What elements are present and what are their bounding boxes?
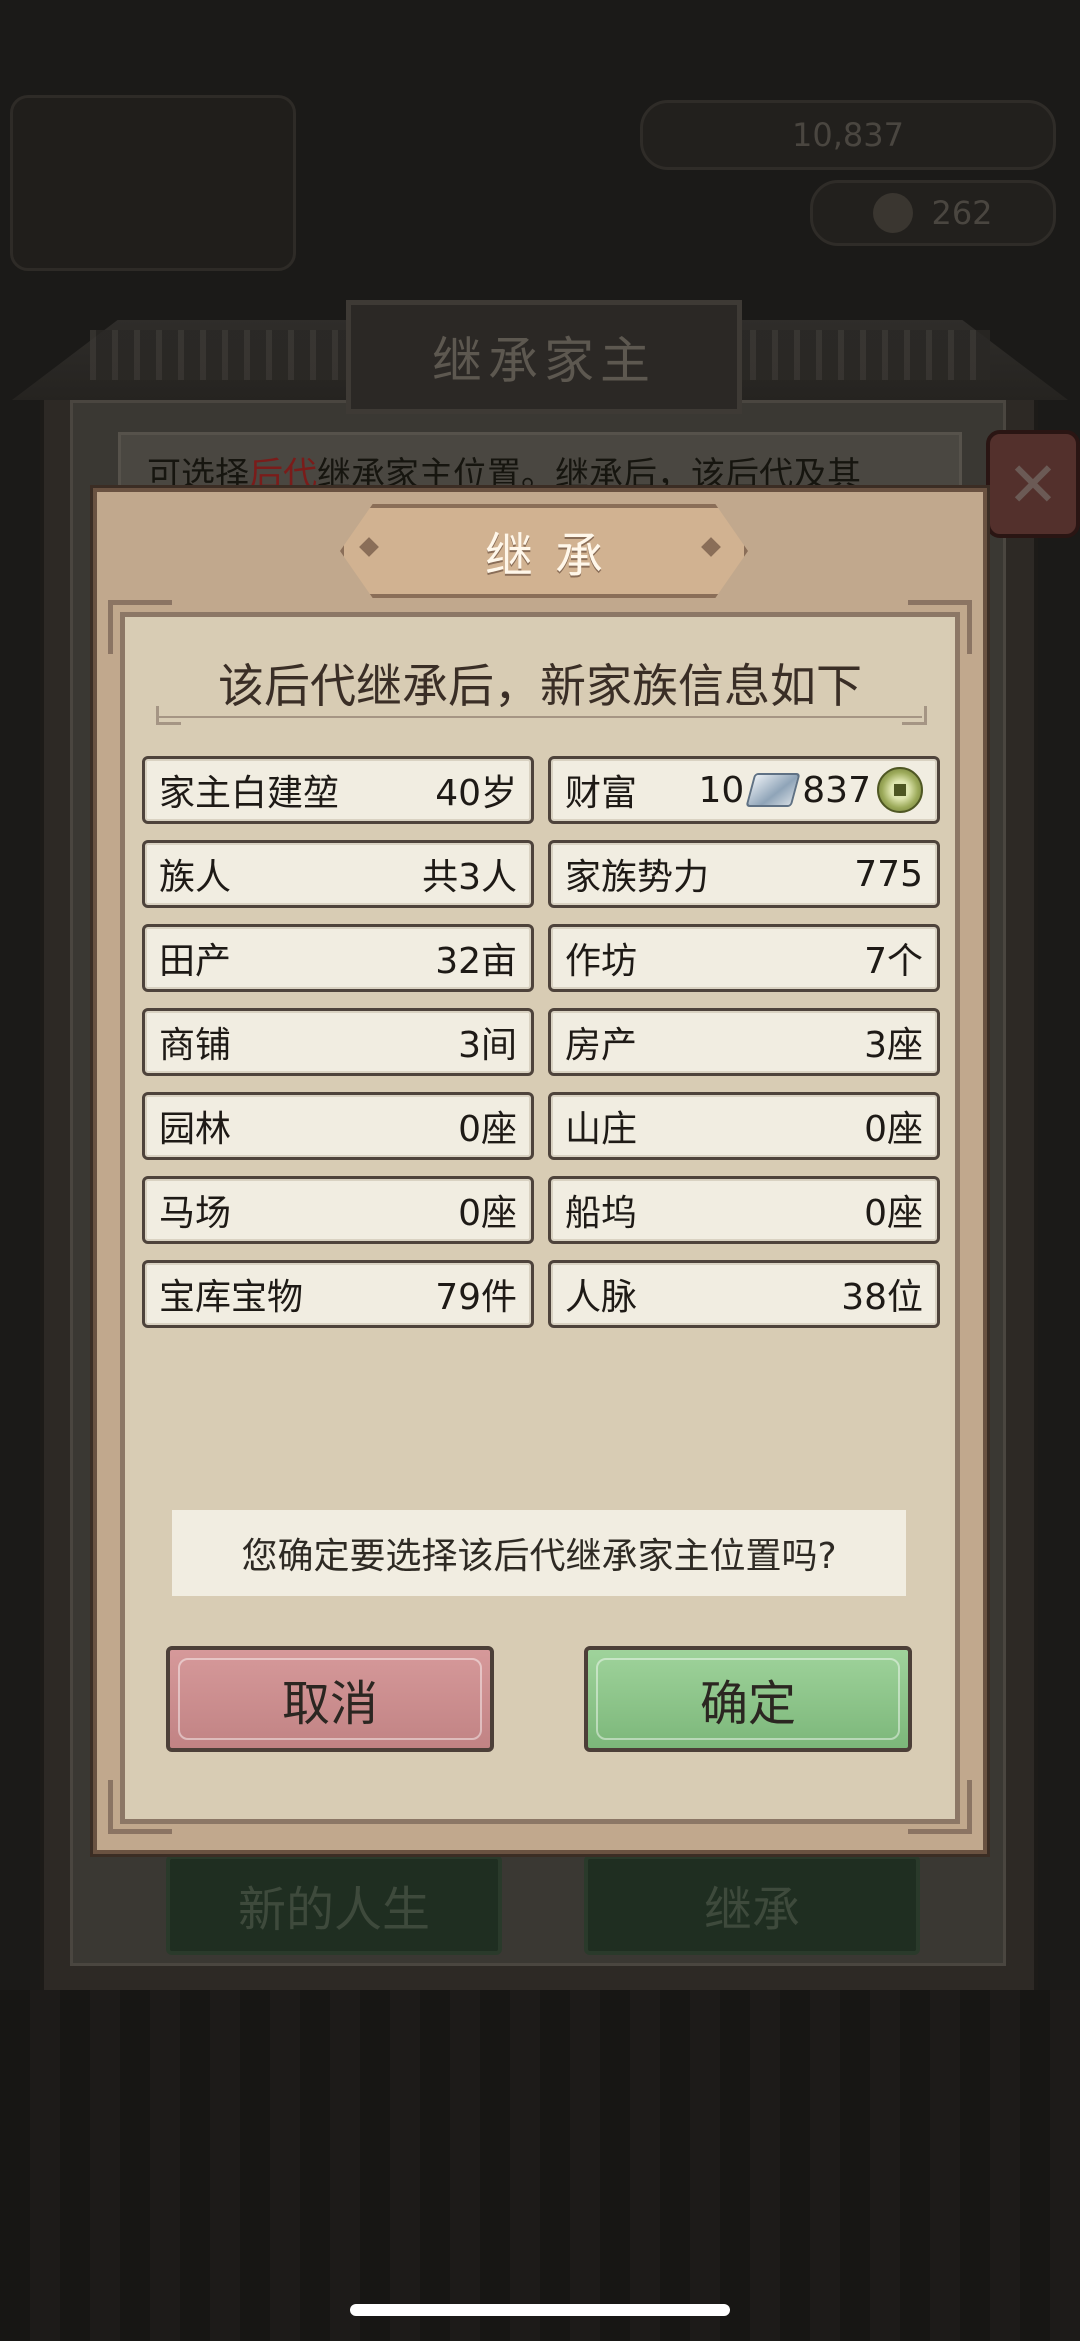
info-label: 家族势力	[565, 857, 710, 898]
corner-ornament	[908, 1780, 972, 1834]
corner-ornament	[908, 600, 972, 654]
info-label: 家主白建堃	[159, 773, 340, 814]
info-cell-gardens: 园林 0座	[142, 1092, 534, 1160]
divider-hook	[902, 706, 927, 725]
copper-coin-icon	[877, 767, 923, 813]
confirm-question: 您确定要选择该后代继承家主位置吗?	[172, 1510, 906, 1596]
info-cell-workshop: 作坊 7个	[548, 924, 940, 992]
inherit-panel-title: 继承家主	[346, 300, 742, 414]
background-portrait-frame	[10, 95, 296, 271]
info-label: 马场	[159, 1193, 232, 1234]
info-cell-connections: 人脉 38位	[548, 1260, 940, 1328]
confirm-button[interactable]: 确定	[584, 1646, 912, 1752]
info-cell-treasures: 宝库宝物 79件	[142, 1260, 534, 1328]
silver-amount: 10	[698, 769, 745, 811]
new-life-button[interactable]: 新的人生	[166, 1855, 502, 1955]
background-influence-value: 262	[931, 194, 993, 232]
info-cell-members: 族人 共3人	[142, 840, 534, 908]
info-label: 田产	[159, 941, 232, 982]
background-influence-bar: 262	[810, 180, 1056, 246]
home-indicator[interactable]	[350, 2304, 730, 2316]
background-wealth-value: 10,837	[792, 116, 904, 154]
dialog-title: 继承	[340, 504, 748, 598]
background-wealth-bar: 10,837	[640, 100, 1056, 170]
info-cell-wealth: 财富 10 837	[548, 756, 940, 824]
close-button[interactable]: ✕	[986, 430, 1080, 538]
background-coin-icon	[873, 193, 914, 233]
info-label: 商铺	[159, 1025, 232, 1066]
info-value: 0座	[864, 1109, 923, 1150]
info-label: 园林	[159, 1109, 232, 1150]
dialog-subtitle: 该后代继承后，新家族信息如下	[218, 659, 862, 713]
info-label: 船坞	[565, 1193, 638, 1234]
silver-ingot-icon	[745, 773, 801, 807]
info-cell-influence: 家族势力 775	[548, 840, 940, 908]
info-cell-shops: 商铺 3间	[142, 1008, 534, 1076]
info-cell-villas: 山庄 0座	[548, 1092, 940, 1160]
info-cell-ranches: 马场 0座	[142, 1176, 534, 1244]
inherit-label: 继承	[703, 1882, 800, 1938]
divider-hook	[156, 706, 181, 725]
corner-ornament	[108, 1780, 172, 1834]
info-label: 作坊	[565, 941, 638, 982]
close-icon: ✕	[1007, 447, 1059, 521]
info-value: 7个	[864, 941, 923, 982]
info-value: 32亩	[435, 941, 517, 982]
new-life-label: 新的人生	[237, 1882, 430, 1938]
info-label: 族人	[159, 857, 232, 898]
inherit-panel-title-text: 继承家主	[432, 332, 656, 390]
cancel-button[interactable]: 取消	[166, 1646, 494, 1752]
subtitle-divider	[158, 716, 922, 724]
info-cell-docks: 船坞 0座	[548, 1176, 940, 1244]
background-scenery	[0, 1990, 1080, 2341]
info-cell-head: 家主白建堃 40岁	[142, 756, 534, 824]
info-label: 房产	[565, 1025, 638, 1066]
info-value: 共3人	[422, 857, 517, 898]
info-value: 3间	[458, 1025, 517, 1066]
info-label: 山庄	[565, 1109, 638, 1150]
info-label: 财富	[565, 773, 638, 814]
confirm-label: 确定	[699, 1676, 796, 1732]
info-value: 3座	[864, 1025, 923, 1066]
cancel-label: 取消	[281, 1676, 378, 1732]
info-value: 0座	[458, 1109, 517, 1150]
copper-amount: 837	[802, 769, 871, 811]
inherit-button[interactable]: 继承	[584, 1855, 920, 1955]
info-cell-farmland: 田产 32亩	[142, 924, 534, 992]
info-value: 40岁	[435, 773, 517, 814]
info-value: 0座	[864, 1193, 923, 1234]
info-value: 79件	[435, 1277, 517, 1318]
info-value: 38位	[841, 1277, 923, 1318]
corner-ornament	[108, 600, 172, 654]
info-value: 775	[854, 853, 923, 895]
info-value: 0座	[458, 1193, 517, 1234]
info-label: 宝库宝物	[159, 1277, 304, 1318]
dialog-title-text: 继承	[484, 528, 625, 584]
info-cell-houses: 房产 3座	[548, 1008, 940, 1076]
info-label: 人脉	[565, 1277, 638, 1318]
